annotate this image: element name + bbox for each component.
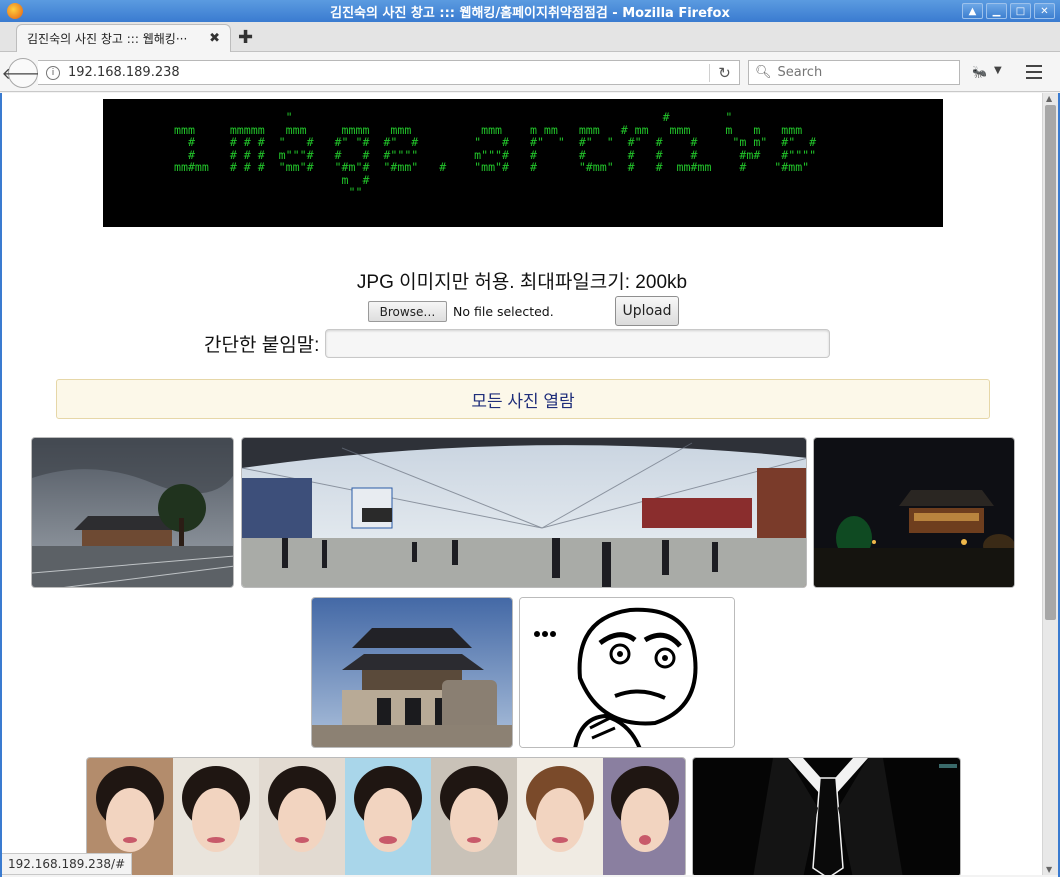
photo-thumbnail[interactable] [692, 757, 961, 875]
upload-button[interactable]: Upload [615, 296, 679, 326]
window-controls: ▲ ▁ □ ✕ [962, 3, 1055, 19]
back-button[interactable]: 🡐 [2, 58, 44, 88]
search-bar[interactable]: 🔍︎ [748, 60, 960, 85]
page-viewport: " # " mmm mmmmm mmm mmmm mmm mmm m mm mm… [2, 93, 1042, 875]
photo-suit-tie [693, 758, 960, 875]
window-minimize-icon[interactable]: ▁ [986, 3, 1007, 19]
scroll-down-icon[interactable]: ▼ [1046, 865, 1052, 874]
photo-station-hall [242, 438, 806, 587]
info-icon[interactable]: i [46, 65, 60, 80]
photo-thinking-meme [520, 598, 734, 747]
page-scrollbar[interactable]: ▲ ▼ [1042, 93, 1058, 875]
photo-portrait-collage [87, 758, 685, 875]
tab-close-icon[interactable]: ✖ [209, 31, 220, 46]
view-all-photos-link[interactable]: 모든 사진 열람 [56, 379, 990, 419]
window-close-icon[interactable]: ✕ [1034, 3, 1055, 19]
status-link-preview: 192.168.189.238/# [2, 853, 133, 875]
photo-thumbnail[interactable] [31, 437, 234, 588]
url-bar[interactable]: i 192.168.189.238 ↻ [38, 60, 740, 85]
window-maximize-icon[interactable]: □ [1010, 3, 1031, 19]
scrollbar-thumb[interactable] [1045, 105, 1056, 620]
search-input[interactable] [777, 65, 948, 80]
search-icon: 🔍︎ [755, 65, 772, 80]
new-tab-icon[interactable]: ✚ [238, 27, 253, 48]
tab-active[interactable]: 김진숙의 사진 창고 ::: 웹해킹··· ✖ [16, 24, 231, 52]
extension-icon[interactable]: 🐜 [972, 65, 987, 79]
file-picker-row: Browse… No file selected. [368, 301, 554, 322]
tab-title: 김진숙의 사진 창고 ::: 웹해킹··· [27, 32, 188, 46]
extension-dropdown-icon[interactable]: ▼ [994, 65, 1002, 76]
photo-temple-cloudy [32, 438, 233, 587]
hamburger-menu-icon[interactable] [1026, 65, 1042, 79]
browse-button[interactable]: Browse… [368, 301, 447, 322]
ascii-banner: " # " mmm mmmmm mmm mmmm mmm mmm m mm mm… [103, 99, 943, 227]
caption-label: 간단한 붙임말: [204, 335, 320, 356]
tab-strip: 김진숙의 사진 창고 ::: 웹해킹··· ✖ ✚ [0, 22, 1060, 52]
photo-thumbnail[interactable] [311, 597, 513, 748]
nav-bar: 🡐 i 192.168.189.238 ↻ 🔍︎ 🐜 ▼ [0, 52, 1060, 92]
window-title: 김진숙의 사진 창고 ::: 웹해킹/홈페이지취약점점검 - Mozilla F… [330, 5, 730, 21]
file-status-label: No file selected. [453, 304, 554, 319]
window-up-icon[interactable]: ▲ [962, 3, 983, 19]
upload-notice: JPG 이미지만 허용. 최대파일크기: 200kb [356, 272, 688, 293]
photo-thumbnail[interactable] [86, 757, 686, 875]
photo-palace-gate [312, 598, 512, 747]
scroll-up-icon[interactable]: ▲ [1046, 94, 1052, 103]
caption-input[interactable] [325, 329, 831, 358]
window-titlebar: 김진숙의 사진 창고 ::: 웹해킹/홈페이지취약점점검 - Mozilla F… [0, 0, 1060, 22]
photo-thumbnail[interactable] [813, 437, 1015, 588]
reload-icon[interactable]: ↻ [709, 63, 739, 82]
url-text[interactable]: 192.168.189.238 [68, 65, 709, 80]
firefox-logo-icon [7, 3, 23, 19]
photo-thumbnail[interactable] [519, 597, 735, 748]
caption-row: 간단한 붙임말: [204, 329, 831, 358]
photo-thumbnail[interactable] [241, 437, 807, 588]
photo-pavilion-night [814, 438, 1014, 587]
